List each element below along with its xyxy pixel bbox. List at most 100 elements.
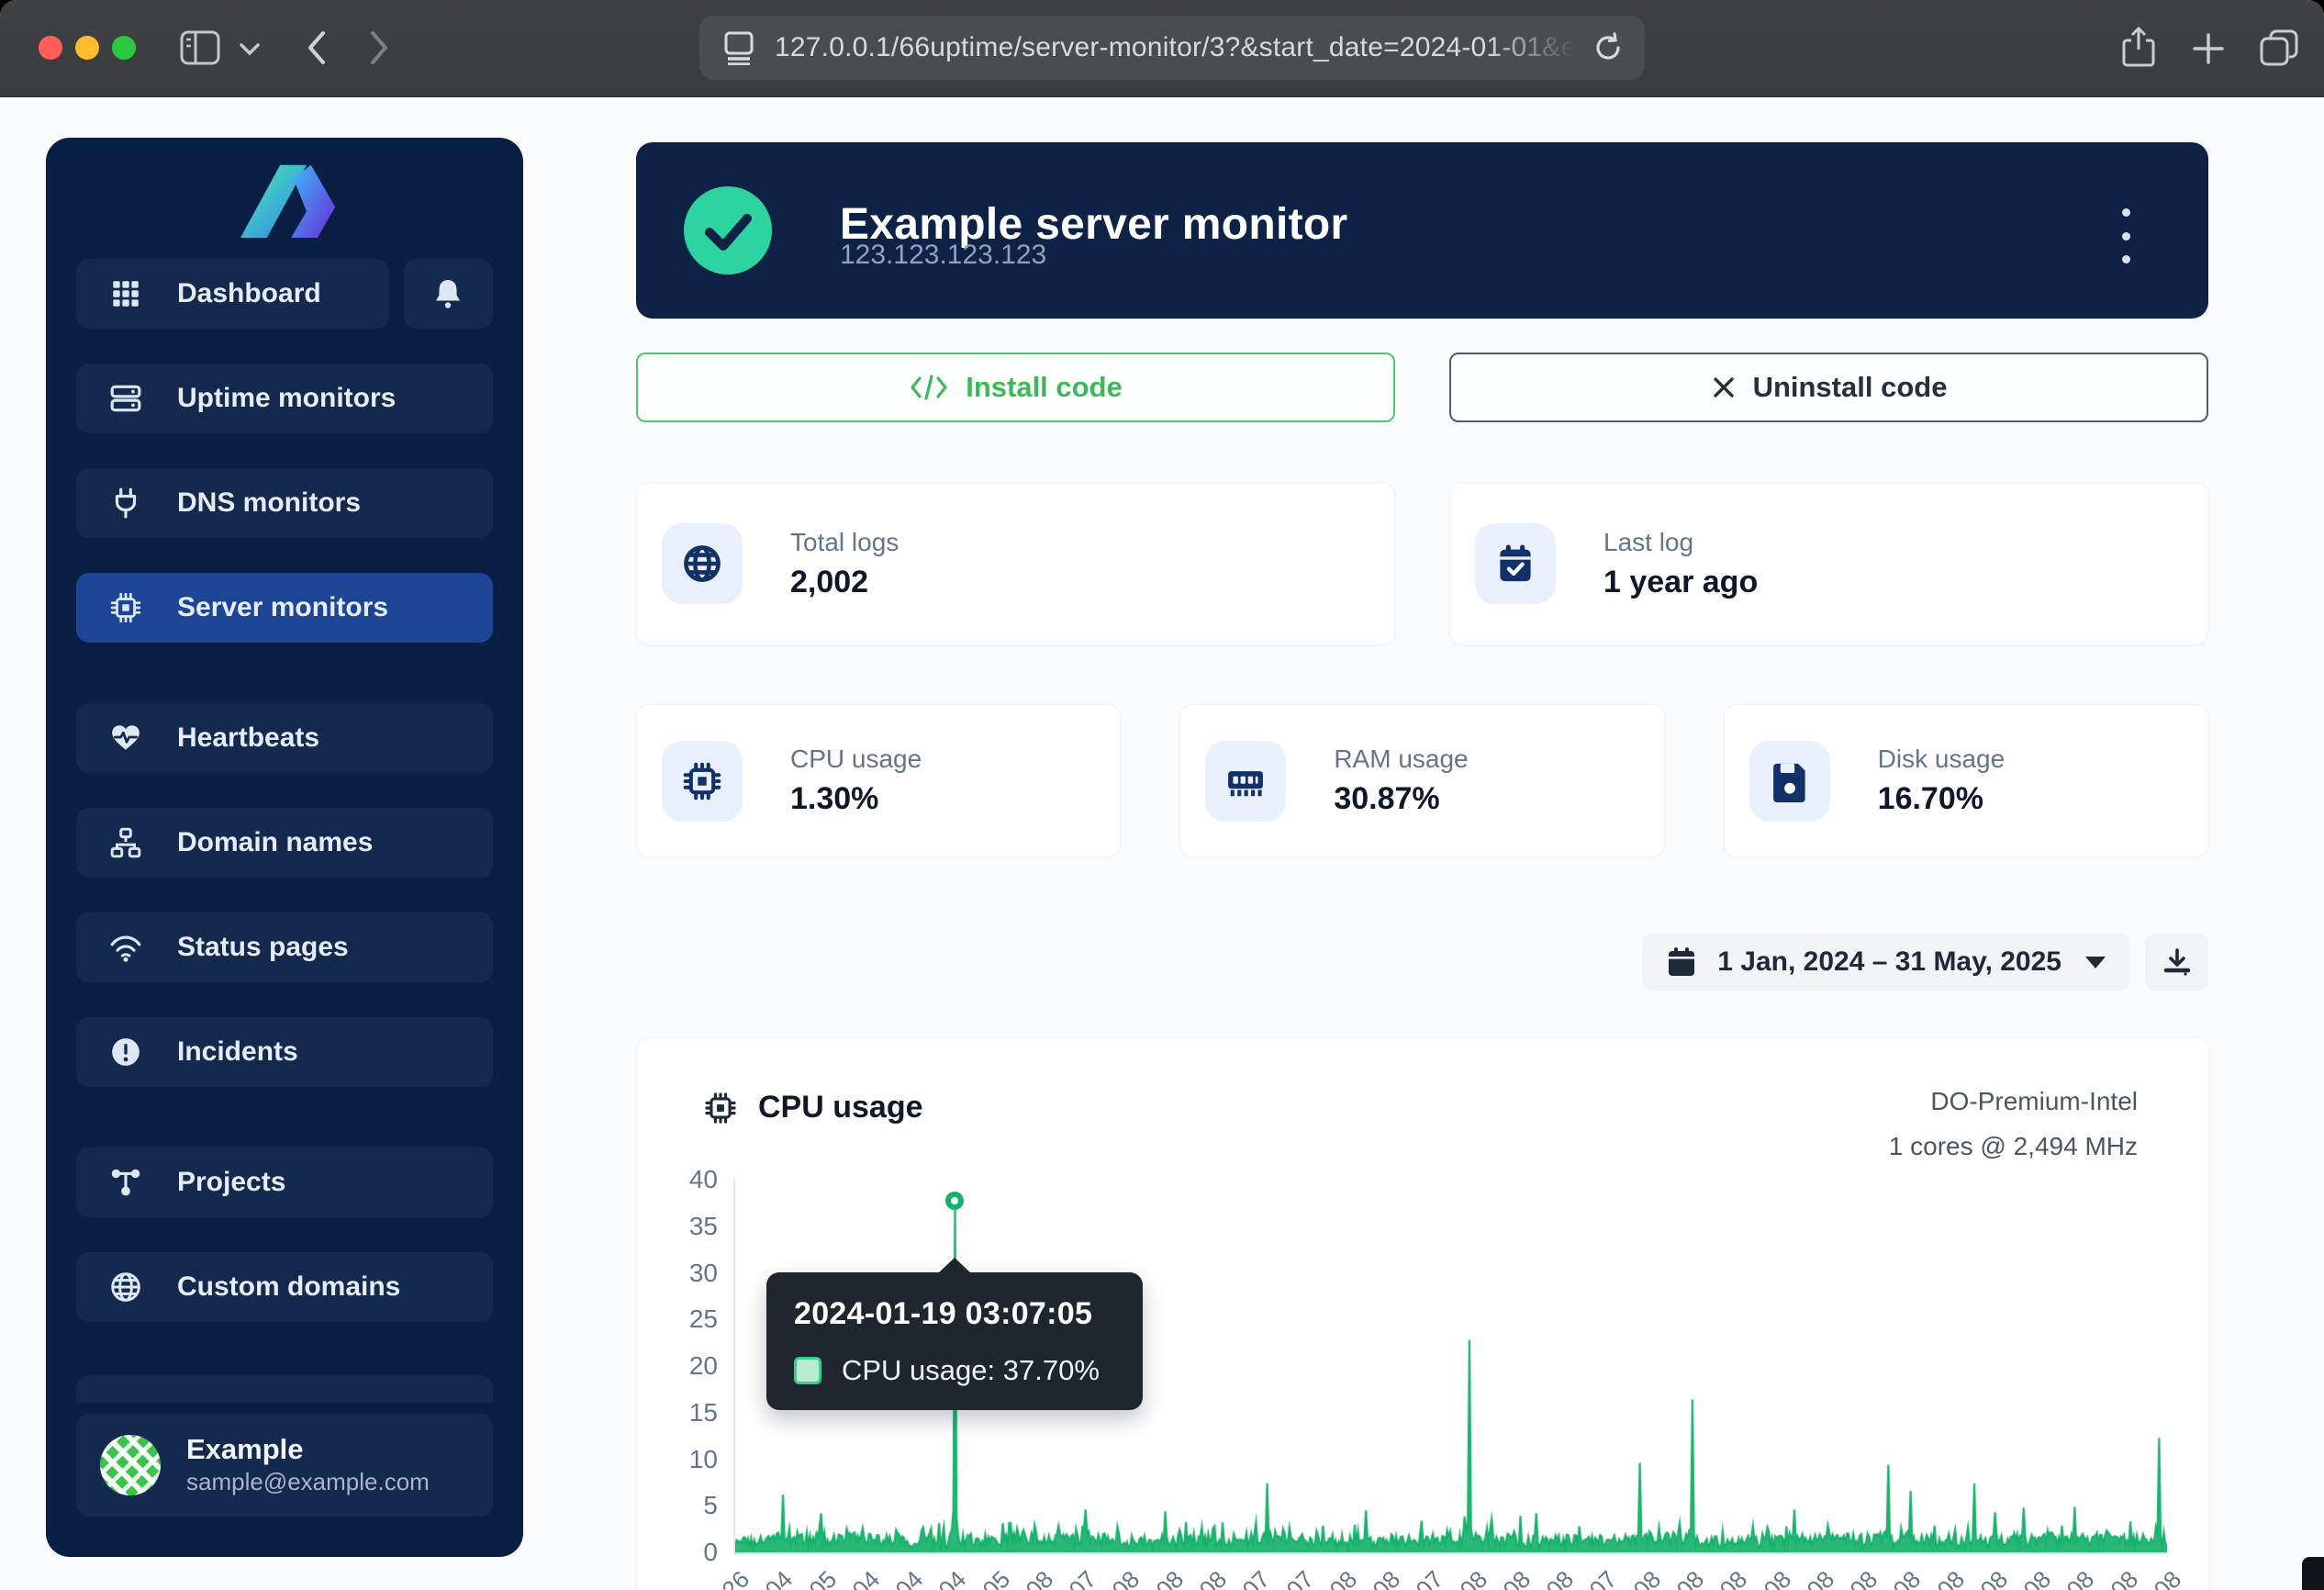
plug-icon xyxy=(109,487,142,520)
status-up-icon xyxy=(684,186,772,274)
stats-row-1: Total logs 2,002 Last log 1 year ago xyxy=(636,482,2208,645)
y-tick-label: 30 xyxy=(659,1259,718,1288)
sidebar-item-label: Incidents xyxy=(177,1036,298,1068)
reload-icon[interactable] xyxy=(1592,31,1625,64)
sidebar-item-domain-names[interactable]: Domain names xyxy=(76,808,493,878)
cpu-usage-card: CPU usage 1.30% xyxy=(636,704,1121,857)
x-tick-label: 26 xyxy=(657,1565,755,1590)
monitor-header-card: Example server monitor 123.123.123.123 xyxy=(636,142,2208,319)
bell-icon xyxy=(432,277,465,310)
new-tab-icon[interactable] xyxy=(2190,30,2227,67)
globe-icon xyxy=(109,1271,142,1304)
sidebar-item-uptime-monitors[interactable]: Uptime monitors xyxy=(76,364,493,433)
sidebar-item-label: Uptime monitors xyxy=(177,383,396,414)
x-axis-line xyxy=(733,1552,2167,1554)
chart-title: CPU usage xyxy=(703,1090,923,1125)
sidebar-item-incidents[interactable]: Incidents xyxy=(76,1017,493,1087)
series-swatch xyxy=(794,1357,821,1384)
sidebar-item-status-pages[interactable]: Status pages xyxy=(76,913,493,982)
screen: 127.0.0.1/66uptime/server-monitor/3?&sta… xyxy=(0,0,2324,1590)
chart-toolbar: 1 Jan, 2024 – 31 May, 2025 xyxy=(636,934,2208,991)
date-range-picker[interactable]: 1 Jan, 2024 – 31 May, 2025 xyxy=(1642,934,2129,991)
y-tick-label: 0 xyxy=(659,1538,718,1567)
disk-usage-card: Disk usage 16.70% xyxy=(1724,704,2208,857)
disk-icon xyxy=(1749,741,1830,822)
server-info: DO-Premium-Intel 1 cores @ 2,494 MHz xyxy=(1889,1079,2138,1169)
cpu-usage-chart-card: CPU usage DO-Premium-Intel 1 cores @ 2,4… xyxy=(636,1037,2210,1590)
sidebar-item-label: Projects xyxy=(177,1167,285,1198)
sidebar-item-label: Status pages xyxy=(177,932,349,963)
address-bar[interactable]: 127.0.0.1/66uptime/server-monitor/3?&sta… xyxy=(699,16,1645,80)
corner-widget[interactable] xyxy=(2302,1557,2324,1590)
sidebar-item-label: DNS monitors xyxy=(177,487,361,519)
minimize-window-button[interactable] xyxy=(75,36,99,60)
sidebar-item-custom-domains[interactable]: Custom domains xyxy=(76,1252,493,1322)
tooltip-timestamp: 2024-01-19 03:07:05 xyxy=(794,1296,1143,1332)
monitor-ip: 123.123.123.123 xyxy=(840,240,1046,271)
caret-down-icon xyxy=(2085,957,2106,969)
user-email: sample@example.com xyxy=(186,1467,430,1498)
date-range-label: 1 Jan, 2024 – 31 May, 2025 xyxy=(1717,946,2061,978)
y-tick-label: 20 xyxy=(659,1351,718,1381)
y-tick-label: 5 xyxy=(659,1491,718,1520)
install-code-label: Install code xyxy=(966,371,1123,404)
sidebar-item-label: Domain names xyxy=(177,827,373,858)
wifi-icon xyxy=(109,931,142,964)
y-tick-label: 15 xyxy=(659,1398,718,1428)
notifications-button[interactable] xyxy=(404,259,493,329)
cpu-chip-icon xyxy=(703,1091,738,1125)
x-icon xyxy=(1711,375,1737,400)
download-button[interactable] xyxy=(2145,934,2208,991)
sidebar-toggle-icon[interactable] xyxy=(180,30,220,65)
stat-value: 16.70% xyxy=(1878,781,2006,817)
app-logo[interactable] xyxy=(46,154,523,255)
y-tick-label: 25 xyxy=(659,1304,718,1334)
sidebar-item-heartbeats[interactable]: Heartbeats xyxy=(76,703,493,773)
url-text[interactable]: 127.0.0.1/66uptime/server-monitor/3?&sta… xyxy=(775,32,1584,63)
sidebar-item-server-monitors[interactable]: Server monitors xyxy=(76,573,493,643)
code-icon xyxy=(909,373,949,402)
tooltip-value: CPU usage: 37.70% xyxy=(842,1354,1100,1387)
ram-icon xyxy=(1205,741,1286,822)
zoom-window-button[interactable] xyxy=(112,36,136,60)
y-tick-label: 10 xyxy=(659,1445,718,1474)
calendar-check-icon xyxy=(1475,523,1556,604)
page-format-icon[interactable] xyxy=(723,30,754,65)
server-stack-icon xyxy=(109,382,142,415)
tab-overview-icon[interactable] xyxy=(2258,28,2300,68)
stat-value: 2,002 xyxy=(790,565,899,600)
sitemap-icon xyxy=(109,826,142,859)
stat-value: 1 year ago xyxy=(1603,565,1758,600)
user-name: Example xyxy=(186,1432,430,1468)
sidebar-item-partial xyxy=(76,1375,493,1403)
total-logs-card: Total logs 2,002 xyxy=(636,482,1395,645)
back-icon[interactable] xyxy=(303,28,329,68)
more-options-button[interactable] xyxy=(2107,203,2144,269)
app-page: Dashboard xyxy=(0,97,2324,1590)
chevron-down-icon[interactable] xyxy=(239,42,261,57)
avatar xyxy=(100,1435,161,1495)
stat-label: CPU usage xyxy=(790,745,922,774)
forward-icon[interactable] xyxy=(367,28,393,68)
exclamation-circle-icon xyxy=(109,1036,142,1069)
share-icon[interactable] xyxy=(2120,26,2157,70)
install-code-button[interactable]: Install code xyxy=(636,353,1395,422)
user-profile[interactable]: Example sample@example.com xyxy=(76,1414,493,1517)
server-name: DO-Premium-Intel xyxy=(1889,1079,2138,1124)
stats-row-2: CPU usage 1.30% RAM usage 30.87% xyxy=(636,704,2208,857)
stat-label: Total logs xyxy=(790,528,899,557)
action-buttons: Install code Uninstall code xyxy=(636,353,2208,422)
sidebar: Dashboard xyxy=(46,138,523,1557)
uninstall-code-button[interactable]: Uninstall code xyxy=(1449,353,2208,422)
stat-value: 30.87% xyxy=(1334,781,1468,817)
globe-icon xyxy=(662,523,743,604)
cpu-chip-icon xyxy=(109,591,142,624)
grid-icon xyxy=(109,277,142,310)
cpu-chip-icon xyxy=(662,741,743,822)
close-window-button[interactable] xyxy=(39,36,62,60)
sidebar-item-dashboard[interactable]: Dashboard xyxy=(76,259,389,329)
ram-usage-card: RAM usage 30.87% xyxy=(1179,704,1664,857)
sidebar-item-dns-monitors[interactable]: DNS monitors xyxy=(76,468,493,538)
sidebar-item-projects[interactable]: Projects xyxy=(76,1148,493,1217)
browser-window: 127.0.0.1/66uptime/server-monitor/3?&sta… xyxy=(0,0,2324,1590)
